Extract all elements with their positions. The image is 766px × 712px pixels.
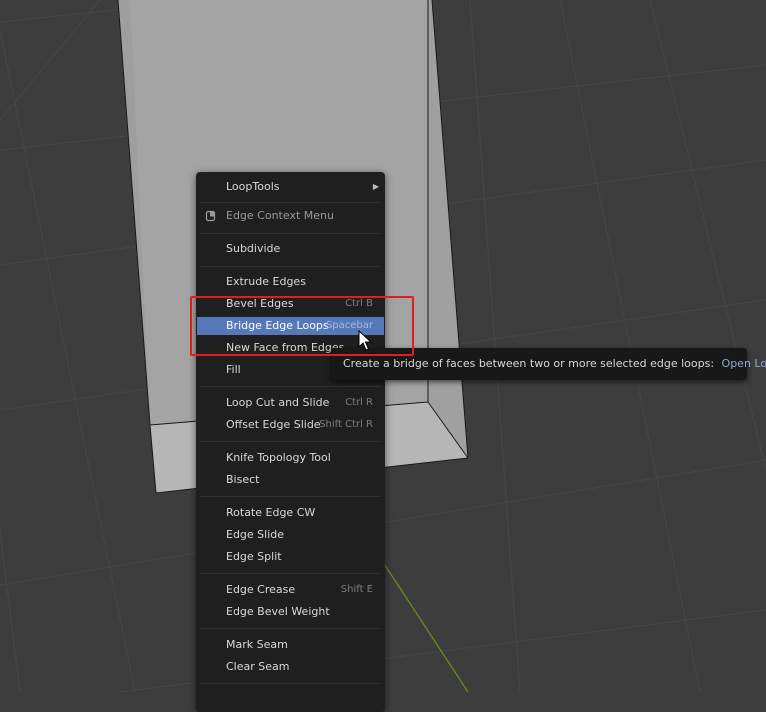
- menu-item-shortcut: Shift Ctrl R: [319, 419, 373, 430]
- menu-item-label: Bisect: [226, 473, 260, 486]
- menu-header-label: Edge Context Menu: [226, 209, 334, 222]
- menu-item-label: Edge Slide: [226, 528, 285, 541]
- tooltip-extra: Open Loop: [721, 357, 766, 370]
- menu-item-shortcut: Shift E: [340, 584, 373, 595]
- menu-separator: [200, 441, 381, 442]
- menu-item-label: Extrude Edges: [226, 275, 306, 288]
- menu-separator: [200, 202, 381, 203]
- menu-item-bisect[interactable]: Bisect: [197, 471, 384, 489]
- annotation-highlight-box: [190, 296, 414, 356]
- menu-item-label: Clear Seam: [226, 660, 290, 673]
- menu-item-clear-seam[interactable]: Clear Seam: [197, 658, 384, 676]
- menu-item-label: Rotate Edge CW: [226, 506, 316, 519]
- menu-item-mark-seam[interactable]: Mark Seam: [197, 636, 384, 654]
- menu-item-label: Offset Edge Slide: [226, 418, 321, 431]
- menu-item-label: Mark Seam: [226, 638, 288, 651]
- menu-separator: [200, 386, 381, 387]
- menu-separator: [200, 496, 381, 497]
- menu-item-edge-split[interactable]: Edge Split: [197, 548, 384, 566]
- menu-separator: [200, 628, 381, 629]
- menu-item-label: Edge Split: [226, 550, 282, 563]
- menu-separator: [200, 683, 381, 684]
- menu-item-edge-bevel-weight[interactable]: Edge Bevel Weight: [197, 603, 384, 621]
- menu-item-extrude-edges[interactable]: Extrude Edges: [197, 273, 384, 291]
- menu-header-edge-context-menu: Edge Context Menu: [197, 207, 384, 225]
- menu-item-edge-crease[interactable]: Edge Crease Shift E: [197, 581, 384, 599]
- menu-item-offset-edge-slide[interactable]: Offset Edge Slide Shift Ctrl R: [197, 416, 384, 434]
- menu-item-subdivide[interactable]: Subdivide: [197, 240, 384, 258]
- mouse-cursor-icon: [358, 330, 372, 351]
- tooltip-text: Create a bridge of faces between two or …: [343, 357, 715, 370]
- menu-item-label: Loop Cut and Slide: [226, 396, 330, 409]
- menu-item-rotate-edge-cw[interactable]: Rotate Edge CW: [197, 504, 384, 522]
- menu-item-label: Knife Topology Tool: [226, 451, 331, 464]
- menu-item-knife-topology-tool[interactable]: Knife Topology Tool: [197, 449, 384, 467]
- menu-item-loop-cut-and-slide[interactable]: Loop Cut and Slide Ctrl R: [197, 394, 384, 412]
- menu-item-label: Subdivide: [226, 242, 281, 255]
- edge-context-menu: LoopTools ▶ Edge Context Menu Subdivide …: [196, 172, 385, 712]
- pin-icon[interactable]: [205, 210, 216, 222]
- menu-separator: [200, 266, 381, 267]
- menu-item-edge-slide[interactable]: Edge Slide: [197, 526, 384, 544]
- submenu-arrow-icon: ▶: [372, 182, 379, 191]
- menu-item-label: LoopTools: [226, 180, 280, 193]
- menu-item-looptools[interactable]: LoopTools ▶: [197, 178, 384, 196]
- menu-item-label: Fill: [226, 363, 241, 376]
- menu-item-label: Edge Crease: [226, 583, 296, 596]
- menu-separator: [200, 233, 381, 234]
- menu-item-label: Edge Bevel Weight: [226, 605, 330, 618]
- menu-separator: [200, 573, 381, 574]
- menu-item-shortcut: Ctrl R: [345, 397, 373, 408]
